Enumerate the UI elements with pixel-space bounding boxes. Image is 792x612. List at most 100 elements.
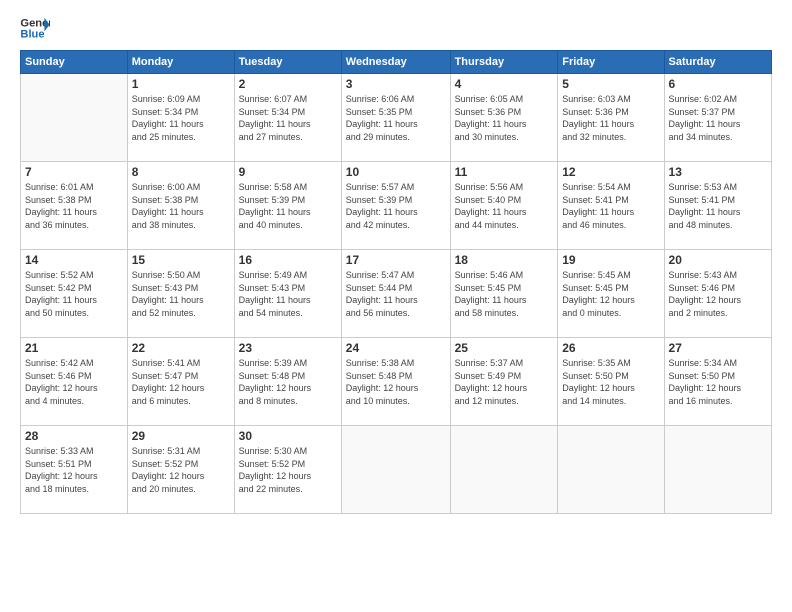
calendar-cell: 1 Sunrise: 6:09 AM Sunset: 5:34 PM Daylig… [127,74,234,162]
day-info: Sunrise: 5:53 AM Sunset: 5:41 PM Dayligh… [669,181,767,231]
day-info: Sunrise: 5:43 AM Sunset: 5:46 PM Dayligh… [669,269,767,319]
day-info: Sunrise: 6:07 AM Sunset: 5:34 PM Dayligh… [239,93,337,143]
calendar-cell: 21 Sunrise: 5:42 AM Sunset: 5:46 PM Dayli… [21,338,128,426]
day-number: 26 [562,341,659,355]
day-number: 9 [239,165,337,179]
calendar-cell: 9 Sunrise: 5:58 AM Sunset: 5:39 PM Daylig… [234,162,341,250]
calendar-cell: 6 Sunrise: 6:02 AM Sunset: 5:37 PM Daylig… [664,74,771,162]
day-number: 18 [455,253,554,267]
day-number: 19 [562,253,659,267]
day-number: 6 [669,77,767,91]
calendar-cell [341,426,450,514]
day-number: 29 [132,429,230,443]
day-number: 1 [132,77,230,91]
calendar-cell [558,426,664,514]
calendar-cell: 14 Sunrise: 5:52 AM Sunset: 5:42 PM Dayli… [21,250,128,338]
calendar-cell: 8 Sunrise: 6:00 AM Sunset: 5:38 PM Daylig… [127,162,234,250]
calendar-cell: 24Sunrise: 5:38 AM Sunset: 5:48 PM Dayli… [341,338,450,426]
day-number: 16 [239,253,337,267]
calendar-week-row: 28 Sunrise: 5:33 AM Sunset: 5:51 PM Dayli… [21,426,772,514]
calendar-cell: 28 Sunrise: 5:33 AM Sunset: 5:51 PM Dayli… [21,426,128,514]
calendar-week-row: 7 Sunrise: 6:01 AM Sunset: 5:38 PM Daylig… [21,162,772,250]
day-number: 15 [132,253,230,267]
day-number: 3 [346,77,446,91]
calendar-table: SundayMondayTuesdayWednesdayThursdayFrid… [20,50,772,514]
day-info: Sunrise: 5:39 AM Sunset: 5:48 PM Dayligh… [239,357,337,407]
day-number: 24 [346,341,446,355]
calendar-cell: 29 Sunrise: 5:31 AM Sunset: 5:52 PM Dayli… [127,426,234,514]
day-info: Sunrise: 5:37 AM Sunset: 5:49 PM Dayligh… [455,357,554,407]
weekday-header: Tuesday [234,51,341,74]
day-number: 21 [25,341,123,355]
day-info: Sunrise: 5:30 AM Sunset: 5:52 PM Dayligh… [239,445,337,495]
calendar-cell: 2 Sunrise: 6:07 AM Sunset: 5:34 PM Daylig… [234,74,341,162]
day-info: Sunrise: 6:06 AM Sunset: 5:35 PM Dayligh… [346,93,446,143]
day-info: Sunrise: 6:02 AM Sunset: 5:37 PM Dayligh… [669,93,767,143]
calendar-week-row: 1 Sunrise: 6:09 AM Sunset: 5:34 PM Daylig… [21,74,772,162]
day-info: Sunrise: 6:01 AM Sunset: 5:38 PM Dayligh… [25,181,123,231]
day-info: Sunrise: 5:33 AM Sunset: 5:51 PM Dayligh… [25,445,123,495]
day-info: Sunrise: 5:49 AM Sunset: 5:43 PM Dayligh… [239,269,337,319]
page-header: General Blue [20,16,772,40]
day-info: Sunrise: 5:42 AM Sunset: 5:46 PM Dayligh… [25,357,123,407]
calendar-cell [450,426,558,514]
day-number: 28 [25,429,123,443]
weekday-header: Monday [127,51,234,74]
day-info: Sunrise: 5:54 AM Sunset: 5:41 PM Dayligh… [562,181,659,231]
calendar-cell: 18 Sunrise: 5:46 AM Sunset: 5:45 PM Dayli… [450,250,558,338]
weekday-header: Sunday [21,51,128,74]
logo: General Blue [20,16,50,40]
calendar-cell: 10 Sunrise: 5:57 AM Sunset: 5:39 PM Dayli… [341,162,450,250]
weekday-header: Friday [558,51,664,74]
day-number: 14 [25,253,123,267]
calendar-cell: 5Sunrise: 6:03 AM Sunset: 5:36 PM Daylig… [558,74,664,162]
day-info: Sunrise: 5:45 AM Sunset: 5:45 PM Dayligh… [562,269,659,319]
day-number: 27 [669,341,767,355]
calendar-cell: 4Sunrise: 6:05 AM Sunset: 5:36 PM Daylig… [450,74,558,162]
calendar-cell: 20 Sunrise: 5:43 AM Sunset: 5:46 PM Dayli… [664,250,771,338]
day-number: 22 [132,341,230,355]
svg-text:Blue: Blue [20,28,44,40]
day-number: 10 [346,165,446,179]
day-number: 7 [25,165,123,179]
calendar-cell: 27Sunrise: 5:34 AM Sunset: 5:50 PM Dayli… [664,338,771,426]
day-info: Sunrise: 5:58 AM Sunset: 5:39 PM Dayligh… [239,181,337,231]
day-info: Sunrise: 6:03 AM Sunset: 5:36 PM Dayligh… [562,93,659,143]
calendar-week-row: 14 Sunrise: 5:52 AM Sunset: 5:42 PM Dayli… [21,250,772,338]
day-number: 30 [239,429,337,443]
day-info: Sunrise: 5:31 AM Sunset: 5:52 PM Dayligh… [132,445,230,495]
day-number: 4 [455,77,554,91]
day-info: Sunrise: 5:57 AM Sunset: 5:39 PM Dayligh… [346,181,446,231]
calendar-cell: 22 Sunrise: 5:41 AM Sunset: 5:47 PM Dayli… [127,338,234,426]
weekday-header: Saturday [664,51,771,74]
day-info: Sunrise: 5:47 AM Sunset: 5:44 PM Dayligh… [346,269,446,319]
calendar-week-row: 21 Sunrise: 5:42 AM Sunset: 5:46 PM Dayli… [21,338,772,426]
day-info: Sunrise: 6:09 AM Sunset: 5:34 PM Dayligh… [132,93,230,143]
calendar-cell: 19 Sunrise: 5:45 AM Sunset: 5:45 PM Dayli… [558,250,664,338]
day-info: Sunrise: 5:50 AM Sunset: 5:43 PM Dayligh… [132,269,230,319]
calendar-cell: 7 Sunrise: 6:01 AM Sunset: 5:38 PM Daylig… [21,162,128,250]
day-info: Sunrise: 6:00 AM Sunset: 5:38 PM Dayligh… [132,181,230,231]
day-number: 8 [132,165,230,179]
calendar-cell [21,74,128,162]
day-info: Sunrise: 5:52 AM Sunset: 5:42 PM Dayligh… [25,269,123,319]
day-number: 2 [239,77,337,91]
logo-icon: General Blue [20,16,50,40]
calendar-cell: 17 Sunrise: 5:47 AM Sunset: 5:44 PM Dayli… [341,250,450,338]
day-number: 20 [669,253,767,267]
day-number: 17 [346,253,446,267]
day-info: Sunrise: 5:56 AM Sunset: 5:40 PM Dayligh… [455,181,554,231]
calendar-header-row: SundayMondayTuesdayWednesdayThursdayFrid… [21,51,772,74]
calendar-cell: 13Sunrise: 5:53 AM Sunset: 5:41 PM Dayli… [664,162,771,250]
day-info: Sunrise: 5:46 AM Sunset: 5:45 PM Dayligh… [455,269,554,319]
day-info: Sunrise: 5:41 AM Sunset: 5:47 PM Dayligh… [132,357,230,407]
day-number: 23 [239,341,337,355]
calendar-cell: 23 Sunrise: 5:39 AM Sunset: 5:48 PM Dayli… [234,338,341,426]
calendar-cell [664,426,771,514]
calendar-cell: 12Sunrise: 5:54 AM Sunset: 5:41 PM Dayli… [558,162,664,250]
calendar-cell: 26Sunrise: 5:35 AM Sunset: 5:50 PM Dayli… [558,338,664,426]
calendar-cell: 11Sunrise: 5:56 AM Sunset: 5:40 PM Dayli… [450,162,558,250]
weekday-header: Wednesday [341,51,450,74]
calendar-cell: 30 Sunrise: 5:30 AM Sunset: 5:52 PM Dayli… [234,426,341,514]
calendar-cell: 15 Sunrise: 5:50 AM Sunset: 5:43 PM Dayli… [127,250,234,338]
